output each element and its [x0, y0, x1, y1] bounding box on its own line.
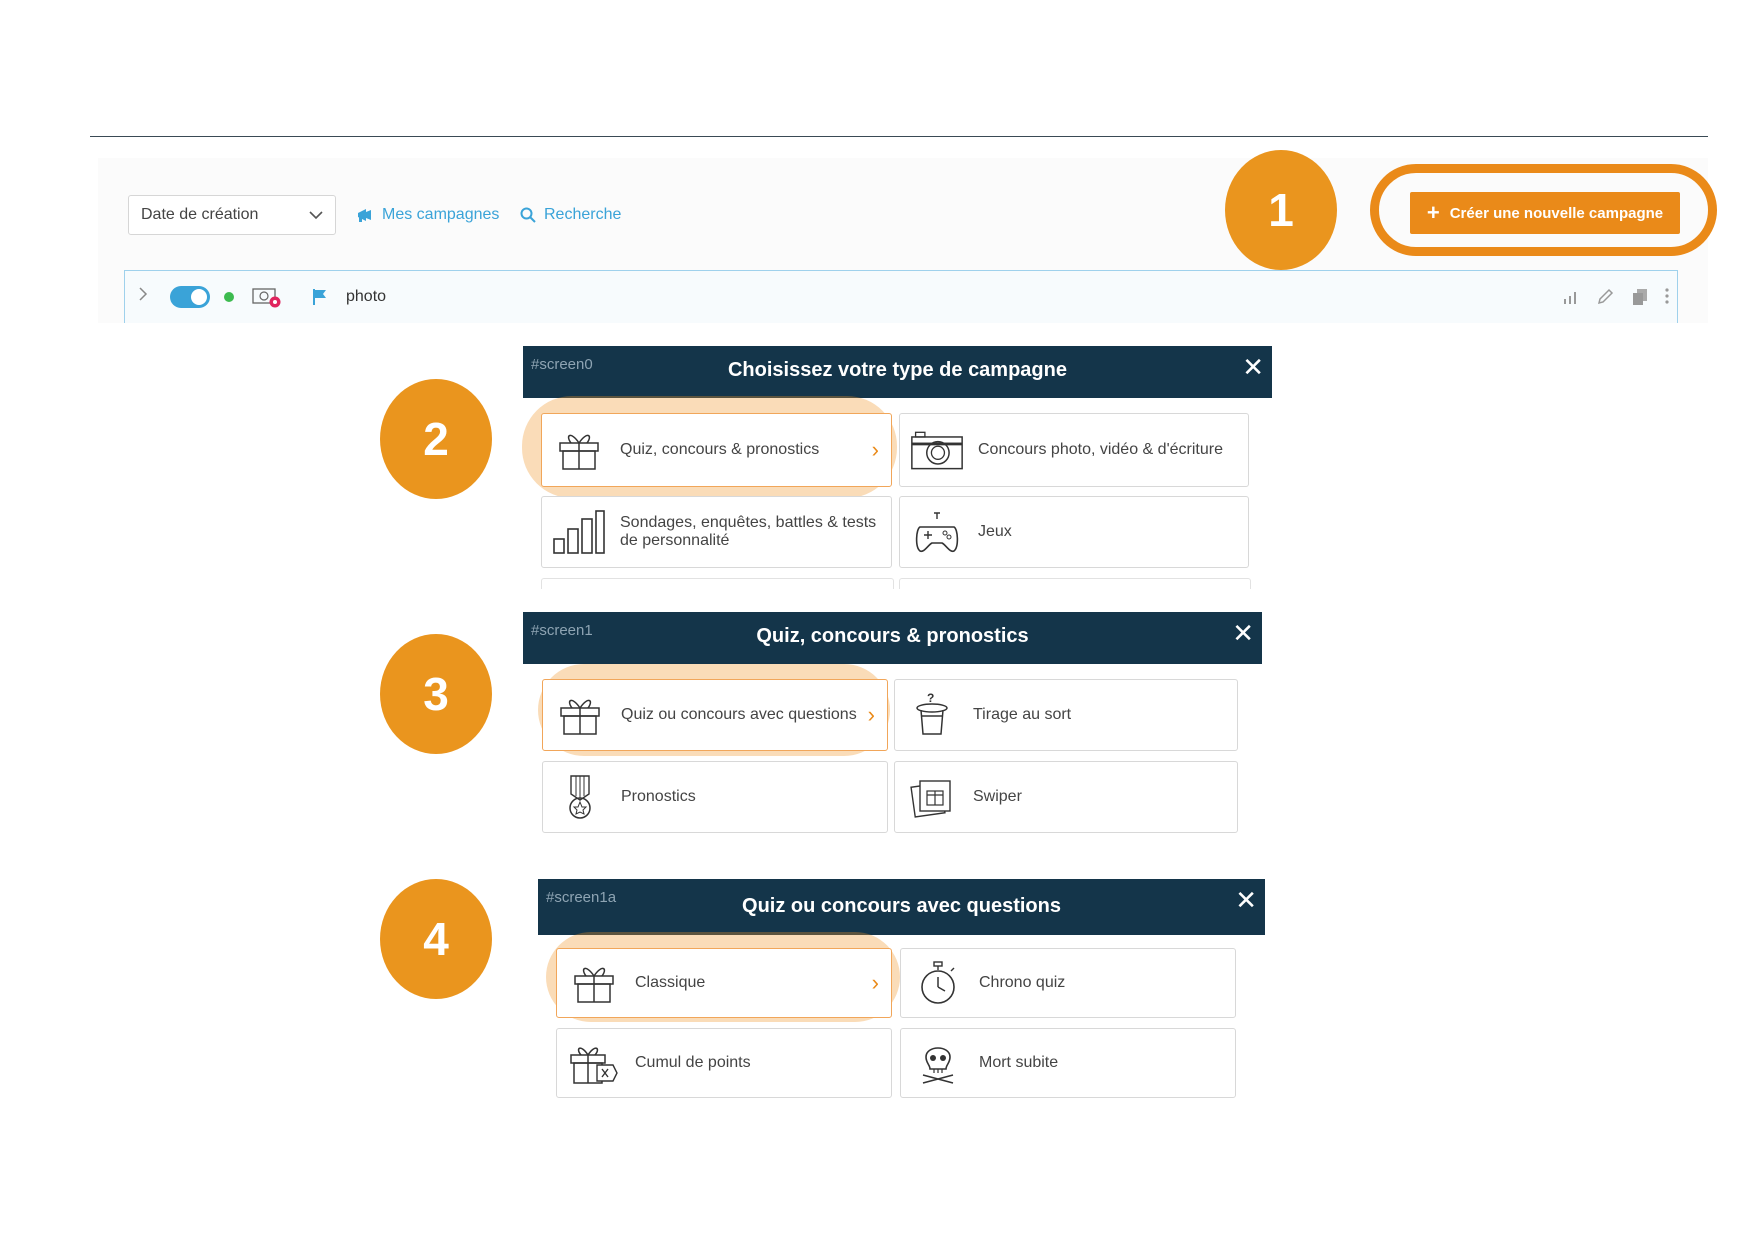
- option-classique[interactable]: Classique ›: [556, 948, 892, 1018]
- chevron-right-icon: ›: [871, 437, 879, 462]
- option-card-partial: [541, 578, 894, 589]
- option-label: Sondages, enquêtes, battles & tests de p…: [620, 514, 877, 549]
- modal-title: Quiz, concours & pronostics: [756, 625, 1029, 647]
- create-campaign-button[interactable]: + Créer une nouvelle campagne: [1410, 192, 1680, 234]
- option-label: Chrono quiz: [979, 974, 1066, 991]
- stopwatch-icon: [911, 961, 965, 1005]
- camera-icon: [910, 428, 964, 472]
- plus-icon: +: [1426, 200, 1440, 225]
- sort-select-value: Date de création: [141, 206, 259, 223]
- swipe-cards-icon: [905, 775, 959, 819]
- option-label: Swiper: [973, 788, 1022, 805]
- my-campaigns-label: Mes campagnes: [382, 206, 500, 223]
- screen1a-header: #screen1a Quiz ou concours avec question…: [538, 879, 1265, 935]
- gift-icon: [553, 694, 607, 736]
- status-dot: [224, 292, 234, 302]
- option-label: Quiz, concours & pronostics: [620, 441, 820, 458]
- option-tirage-au-sort[interactable]: ? Tirage au sort: [894, 679, 1238, 751]
- gamepad-icon: [910, 511, 964, 553]
- option-label: Tirage au sort: [973, 706, 1072, 723]
- modal-title: Choisissez votre type de campagne: [727, 359, 1067, 381]
- chevron-down-icon: [309, 210, 323, 220]
- option-mort-subite[interactable]: Mort subite: [900, 1028, 1236, 1098]
- campaign-active-toggle[interactable]: [170, 286, 210, 308]
- flag-icon: [312, 288, 328, 306]
- campaign-name: photo: [346, 288, 387, 305]
- step-badge-3: 3: [380, 634, 492, 754]
- gift-tag-icon: [567, 1041, 621, 1085]
- megaphone-icon: [356, 207, 374, 223]
- option-quiz-avec-questions[interactable]: Quiz ou concours avec questions ›: [542, 679, 888, 751]
- stats-icon[interactable]: [1562, 290, 1578, 304]
- search-label: Recherche: [544, 206, 622, 223]
- search-icon: [520, 207, 536, 223]
- option-label: Jeux: [978, 523, 1012, 540]
- close-icon[interactable]: ✕: [1242, 352, 1264, 382]
- option-sondages-enquetes[interactable]: Sondages, enquêtes, battles & tests de p…: [541, 496, 892, 568]
- option-cumul-de-points[interactable]: Cumul de points: [556, 1028, 892, 1098]
- create-campaign-label: Créer une nouvelle campagne: [1449, 204, 1664, 222]
- top-divider: [90, 136, 1708, 137]
- step-badge-2: 2: [380, 379, 492, 499]
- sort-select[interactable]: Date de création: [128, 195, 336, 235]
- screen1-header: #screen1 Quiz, concours & pronostics ✕: [523, 612, 1262, 664]
- skull-icon: [911, 1041, 965, 1085]
- option-label: Classique: [635, 974, 706, 991]
- option-label: Quiz ou concours avec questions: [621, 706, 857, 723]
- option-swiper[interactable]: Swiper: [894, 761, 1238, 833]
- bar-chart-icon: [552, 509, 606, 555]
- magic-hat-icon: ?: [905, 692, 959, 738]
- search-link[interactable]: Recherche: [520, 203, 621, 227]
- option-jeux[interactable]: Jeux: [899, 496, 1249, 568]
- chevron-right-icon: ›: [867, 702, 875, 727]
- screen0-header: #screen0 Choisissez votre type de campag…: [523, 346, 1272, 398]
- gift-icon: [552, 429, 606, 471]
- close-icon[interactable]: ✕: [1232, 618, 1254, 648]
- svg-text:?: ?: [927, 692, 934, 705]
- option-card-partial: [899, 578, 1251, 589]
- option-quiz-concours-pronostics[interactable]: Quiz, concours & pronostics ›: [541, 413, 892, 487]
- option-label: Pronostics: [621, 788, 696, 805]
- my-campaigns-link[interactable]: Mes campagnes: [356, 203, 499, 227]
- medal-icon: [553, 774, 607, 820]
- edit-pencil-icon[interactable]: [1596, 288, 1614, 306]
- step-badge-1: 1: [1225, 150, 1337, 270]
- chevron-right-icon: ›: [871, 970, 879, 995]
- option-label: Concours photo, vidéo & d'écriture: [978, 441, 1223, 458]
- close-icon[interactable]: ✕: [1235, 885, 1257, 915]
- option-chrono-quiz[interactable]: Chrono quiz: [900, 948, 1236, 1018]
- duplicate-icon[interactable]: [1632, 288, 1648, 306]
- more-options-icon[interactable]: [1665, 288, 1669, 304]
- modal-title: Quiz ou concours avec questions: [742, 895, 1061, 917]
- option-label: Cumul de points: [635, 1054, 751, 1071]
- chevron-right-icon[interactable]: [138, 286, 148, 302]
- step-badge-4: 4: [380, 879, 492, 999]
- gift-icon: [567, 962, 621, 1004]
- option-pronostics[interactable]: Pronostics: [542, 761, 888, 833]
- photo-contest-icon: [252, 286, 282, 308]
- option-label: Mort subite: [979, 1054, 1059, 1071]
- option-concours-photo[interactable]: Concours photo, vidéo & d'écriture: [899, 413, 1249, 487]
